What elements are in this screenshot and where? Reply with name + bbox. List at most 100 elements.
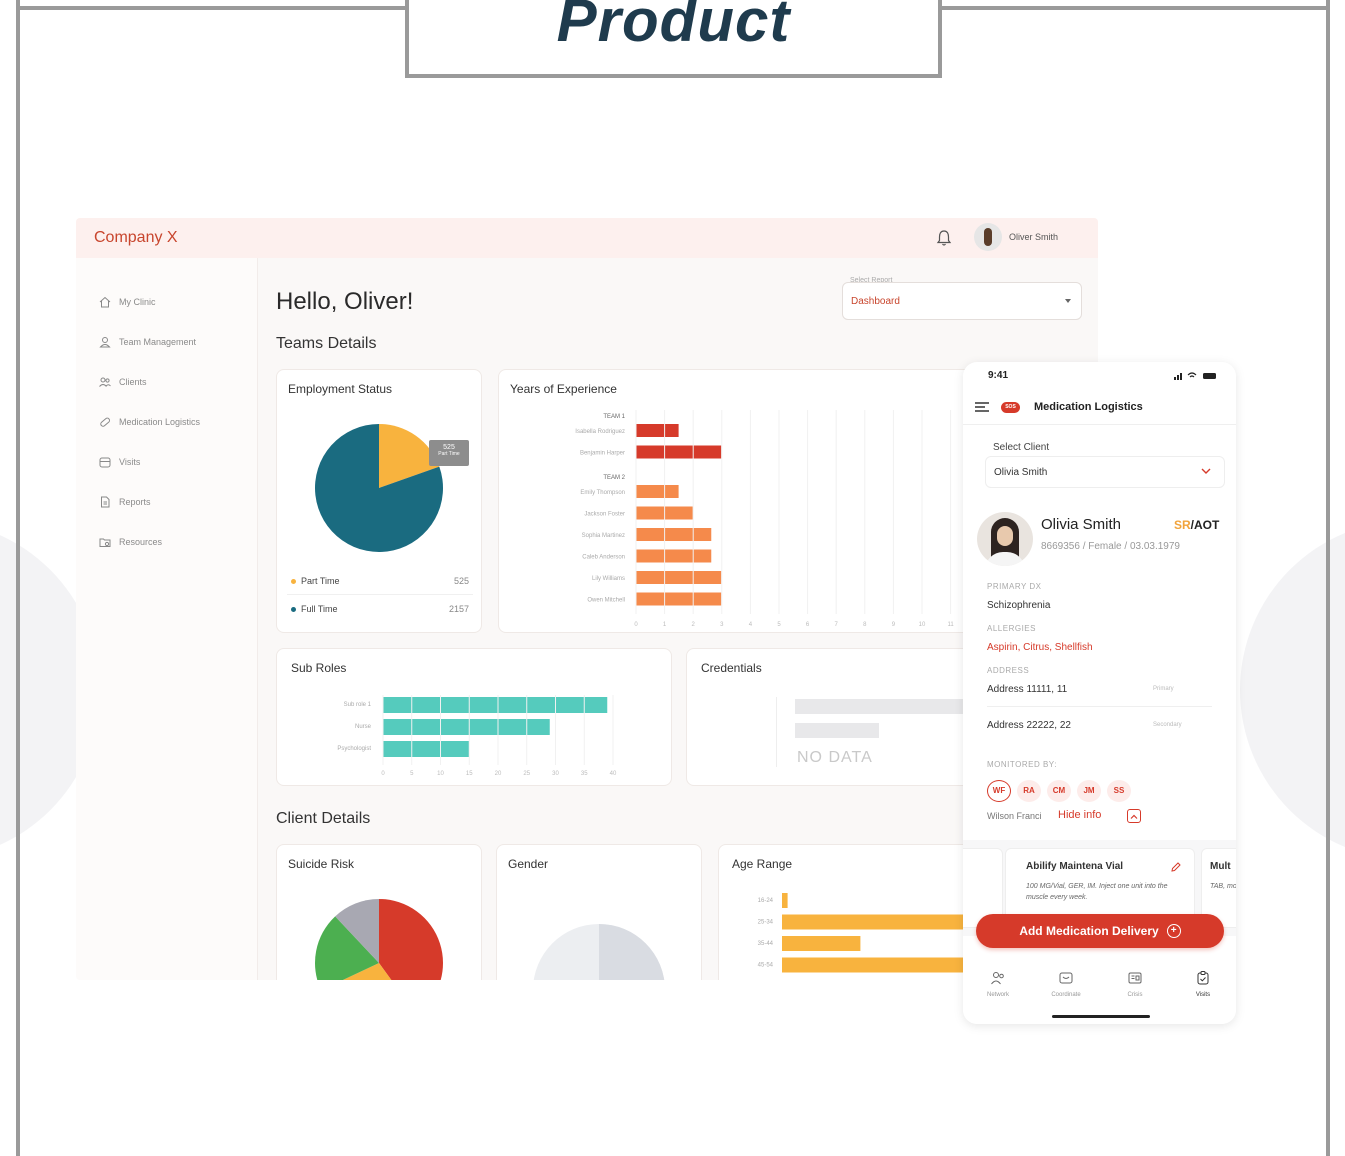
address-secondary-tag: Secondary [1153, 722, 1182, 728]
add-medication-delivery-button[interactable]: Add Medication Delivery + [976, 914, 1224, 948]
select-client-value: Olivia Smith [994, 467, 1048, 478]
pie-tooltip: 525 Part Time [429, 440, 469, 466]
legend-item-part-time: Part Time [291, 576, 340, 586]
user-name[interactable]: Oliver Smith [1009, 232, 1058, 242]
legend-label: Part Time [301, 576, 340, 586]
tab-label: Crisis [1127, 992, 1143, 998]
legend-divider [287, 594, 473, 595]
brand-logo[interactable]: Company X [94, 229, 178, 247]
edit-pencil-icon[interactable] [1170, 861, 1182, 873]
report-select[interactable]: Dashboard [842, 282, 1082, 320]
suicide-risk-card: Suicide Risk [276, 844, 482, 980]
no-data-label: NO DATA [797, 749, 873, 766]
sub-roles-bar [383, 697, 608, 713]
experience-bar [636, 485, 679, 498]
user-avatar[interactable] [974, 223, 1002, 251]
address-label: ADDRESS [987, 666, 1030, 675]
client-photo [977, 512, 1033, 566]
chevron-down-icon [1201, 468, 1211, 474]
pill-icon [100, 417, 111, 427]
clipboard-icon [1197, 971, 1209, 985]
banner-title-box: Product [405, 0, 942, 78]
tab-label: Visits [1195, 992, 1211, 998]
menu-icon[interactable] [975, 402, 989, 412]
sub-roles-tick-label: 40 [610, 771, 617, 777]
monitor-badge[interactable]: WF [987, 780, 1011, 802]
experience-bar [636, 424, 679, 437]
sidebar-item-visits[interactable]: Visits [98, 454, 140, 470]
experience-bar [636, 528, 712, 541]
folder-icon [99, 538, 111, 547]
section-title-teams: Teams Details [276, 335, 377, 352]
page: Product Company X Oliver Smith My Clinic… [0, 0, 1345, 1156]
sidebar-item-reports[interactable]: Reports [98, 494, 151, 510]
experience-tick-label: 10 [919, 622, 926, 628]
primary-dx-value: Schizophrenia [987, 600, 1051, 611]
document-icon [101, 496, 110, 508]
sidebar-item-resources[interactable]: Resources [98, 534, 162, 550]
legend-swatch [291, 606, 296, 612]
id-card-icon [1128, 972, 1142, 984]
age-range-axis-label: 45-54 [758, 963, 774, 969]
select-client-dropdown[interactable]: Olivia Smith [985, 456, 1225, 488]
sidebar-item-clients[interactable]: Clients [98, 374, 147, 390]
tab-crisis[interactable]: Crisis [1105, 970, 1165, 998]
age-range-axis-label: 35-44 [758, 941, 774, 947]
tab-network[interactable]: Network [968, 970, 1028, 998]
monitor-badge[interactable]: CM [1047, 780, 1071, 802]
caret-down-icon [1065, 299, 1071, 303]
frame-border-top-left [16, 6, 408, 10]
suicide-risk-pie-slice [379, 899, 443, 980]
sidebar-item-label: My Clinic [119, 297, 156, 307]
gender-pie-slice [599, 924, 665, 980]
status-icons [1174, 372, 1216, 380]
employment-status-card: Employment Status 525 Part Time Part Tim… [276, 369, 482, 633]
gender-pie-chart [533, 924, 665, 980]
experience-axis-label: Jackson Foster [584, 512, 625, 518]
bell-icon[interactable] [936, 229, 952, 247]
sidebar-item-label: Clients [119, 377, 147, 387]
monitor-badge[interactable]: JM [1077, 780, 1101, 802]
experience-tick-label: 5 [777, 622, 781, 628]
hide-info-link[interactable]: Hide info [1058, 809, 1101, 821]
sidebar-item-medication-logistics[interactable]: Medication Logistics [98, 414, 200, 430]
sub-roles-tick-label: 15 [466, 771, 473, 777]
medication-description: TAB, mouth [1210, 883, 1236, 890]
pie-tooltip-value: 525 [443, 444, 455, 451]
frame-border-top-right [938, 6, 1330, 10]
sidebar-item-my-clinic[interactable]: My Clinic [98, 294, 156, 310]
report-select-value: Dashboard [851, 296, 900, 307]
status-time: 9:41 [988, 370, 1009, 381]
medication-description: 100 MG/Vial, GER, IM. Inject one unit in… [1026, 883, 1168, 901]
tab-coordinate[interactable]: Coordinate [1036, 970, 1096, 998]
sidebar-item-team-management[interactable]: Team Management [98, 334, 196, 350]
banner-title: Product [556, 0, 791, 54]
address-divider [987, 706, 1212, 707]
experience-bar [636, 571, 722, 584]
monitor-badge[interactable]: SS [1107, 780, 1131, 802]
sub-roles-tick-label: 0 [381, 771, 385, 777]
sub-roles-tick-label: 5 [410, 771, 414, 777]
monitor-badge[interactable]: RA [1017, 780, 1041, 802]
experience-axis-label: Owen Mitchell [587, 598, 625, 604]
tab-visits[interactable]: Visits [1173, 970, 1233, 998]
experience-axis-label: Benjamin Harper [580, 451, 625, 457]
pie-tooltip-label: Part Time [438, 451, 460, 457]
team-group-label: TEAM 1 [603, 414, 625, 420]
screen-title: Medication Logistics [1034, 401, 1143, 413]
legend-value: 2157 [448, 604, 469, 614]
tab-label: Coordinate [1051, 992, 1081, 998]
employment-pie-chart [315, 424, 443, 552]
chart-axis [776, 697, 777, 767]
collapse-icon[interactable] [1127, 809, 1141, 823]
client-id: 8669356 / Female / 03.03.1979 [1041, 541, 1180, 552]
sidebar-item-label: Reports [119, 497, 151, 507]
sos-button[interactable]: SOS [1001, 402, 1020, 413]
suicide-risk-pie-chart [315, 899, 443, 980]
experience-tick-label: 3 [720, 622, 724, 628]
placeholder-bar [795, 723, 879, 738]
home-indicator [1052, 1015, 1150, 1018]
sub-roles-axis-label: Psychologist [337, 746, 371, 752]
app-header: Company X Oliver Smith [76, 218, 1098, 258]
message-icon [1059, 972, 1073, 984]
